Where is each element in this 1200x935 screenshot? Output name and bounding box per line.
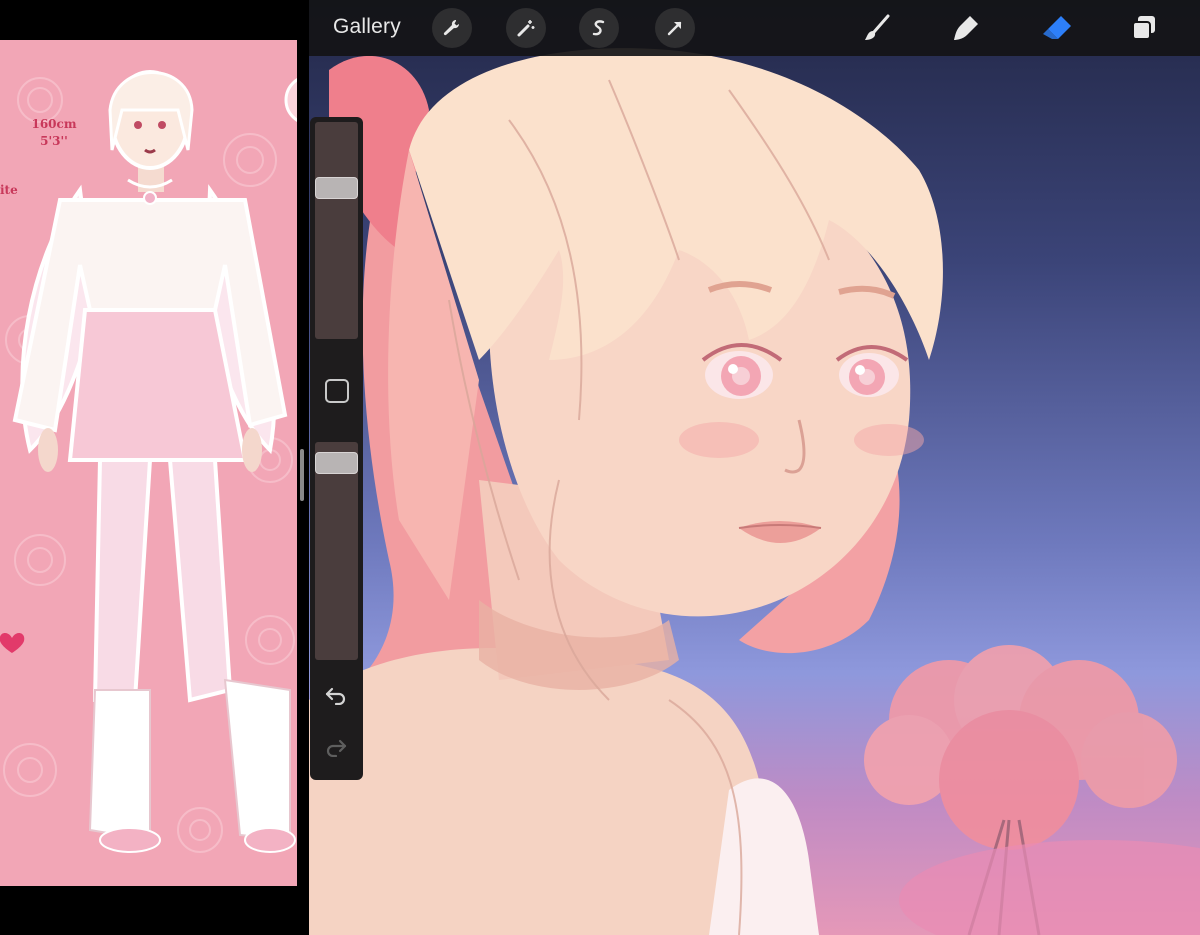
brush-size-thumb[interactable] — [315, 177, 358, 199]
opacity-thumb[interactable] — [315, 452, 358, 474]
eraser-icon[interactable] — [1035, 8, 1079, 48]
partial-text-label: ite — [0, 183, 18, 197]
wrench-icon[interactable] — [432, 8, 472, 48]
gallery-button[interactable]: Gallery — [333, 15, 401, 39]
height-ft-label: 5'3'' — [40, 134, 68, 148]
height-cm-label: 160cm — [31, 117, 77, 131]
brush-icon[interactable] — [855, 8, 899, 48]
square-icon[interactable] — [325, 379, 349, 403]
sidebar — [310, 117, 363, 780]
magic-wand-icon[interactable] — [506, 8, 546, 48]
opacity-slider[interactable] — [315, 442, 358, 660]
drawing-canvas[interactable] — [309, 0, 1200, 935]
reference-artwork — [0, 70, 297, 853]
split-view-handle[interactable] — [300, 449, 304, 501]
brush-size-slider[interactable] — [315, 122, 358, 339]
canvas-artwork — [309, 48, 1200, 935]
smudge-icon[interactable] — [944, 8, 988, 48]
top-toolbar: Gallery — [309, 0, 1200, 56]
transform-arrow-icon[interactable] — [655, 8, 695, 48]
selection-icon[interactable] — [579, 8, 619, 48]
layers-icon[interactable] — [1122, 8, 1166, 48]
reference-panel[interactable]: 160cm 5'3'' ite — [0, 40, 297, 886]
undo-icon[interactable] — [323, 682, 349, 708]
redo-icon[interactable] — [323, 734, 349, 760]
